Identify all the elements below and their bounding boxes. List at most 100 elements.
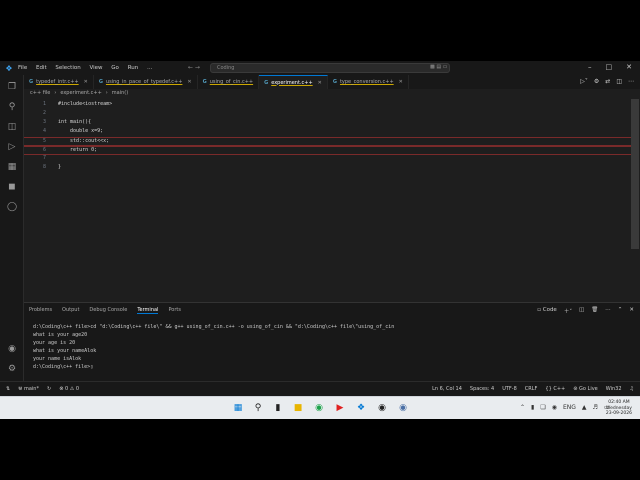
windows-taskbar: ▦ ⚲ ▮ ■ ◉ ▶ ❖ ◉ ◉ ⌃ ▮ ❏ ◉ ENG ▲ ♬ ▭ 02:4…: [0, 396, 640, 419]
terminal-line: what is your nameAlok: [33, 348, 97, 354]
language-mode[interactable]: {} C++: [545, 386, 565, 392]
tab-output[interactable]: Output: [62, 307, 79, 314]
search-icon[interactable]: ⚲: [252, 402, 264, 414]
cpp-file-icon: G: [264, 79, 269, 86]
status-bar: ⇅ ⋓ main* ↻ ⊗ 0 ⚠ 0 Ln 6, Col 14 Spaces:…: [0, 381, 640, 396]
run-debug-icon[interactable]: ▷: [6, 141, 18, 153]
volume-icon[interactable]: ♬: [593, 404, 598, 411]
menu-file[interactable]: File: [18, 65, 27, 71]
task-view-icon[interactable]: ▮: [272, 402, 284, 414]
minimize-icon[interactable]: –: [588, 63, 592, 71]
tab-using-in-pace-of-typedef[interactable]: Gusing_in_pace_of_typedef.c++ ✕: [94, 75, 198, 89]
obs-icon[interactable]: ◉: [376, 402, 388, 414]
settings-gear-icon[interactable]: ⚙: [6, 363, 18, 375]
more-icon[interactable]: ⋯: [628, 78, 634, 85]
gear-icon[interactable]: ⚙: [594, 78, 599, 85]
source-control-icon[interactable]: ◫: [6, 121, 18, 133]
tray-overflow-icon[interactable]: ⌃: [520, 404, 525, 411]
nav-arrows[interactable]: ← →: [188, 64, 200, 71]
vscode-taskbar-icon[interactable]: ❖: [355, 402, 367, 414]
breadcrumb-folder[interactable]: c++ file: [30, 90, 50, 96]
panel-tabs: Problems Output Debug Console Terminal P…: [29, 307, 181, 314]
start-windows-icon[interactable]: ▦: [232, 402, 244, 414]
tab-close-icon[interactable]: ✕: [318, 80, 322, 86]
tab-ports[interactable]: Ports: [168, 307, 181, 314]
wifi-icon[interactable]: ▲: [582, 404, 587, 411]
youtube-icon[interactable]: ▶: [334, 402, 346, 414]
close-panel-icon[interactable]: ✕: [629, 307, 634, 315]
run-icon[interactable]: ▷˅: [580, 78, 588, 85]
menu-run[interactable]: Run: [128, 65, 139, 71]
vscode-logo-icon: ❖: [5, 63, 13, 73]
indent-setting[interactable]: Spaces: 4: [470, 386, 494, 392]
tab-experiment[interactable]: Gexperiment.c++ ✕: [259, 75, 328, 89]
clock[interactable]: 02:40 AM Wednesday 23-09-2026: [606, 400, 632, 417]
sync-icon[interactable]: ↻: [47, 386, 51, 392]
tray-app-icon[interactable]: ◉: [552, 404, 557, 411]
terminal-line: your name isAlok: [33, 356, 82, 362]
code-line: 1 #include<iostream>: [42, 101, 113, 107]
tab-problems[interactable]: Problems: [29, 307, 52, 314]
tab-close-icon[interactable]: ✕: [399, 79, 403, 85]
breadcrumb-symbol[interactable]: main(): [112, 90, 128, 96]
cpp-file-icon: G: [29, 79, 34, 85]
tab-terminal[interactable]: Terminal: [137, 307, 159, 314]
mic-icon[interactable]: ▮: [531, 404, 534, 411]
extensions-icon[interactable]: ▦: [6, 161, 18, 173]
chrome-icon[interactable]: ◉: [313, 402, 325, 414]
terminal-shell-selector[interactable]: ▫ Code: [537, 307, 557, 315]
bell-icon[interactable]: ♫: [630, 386, 634, 392]
maximize-icon[interactable]: □: [606, 63, 613, 71]
app-icon[interactable]: ◉: [397, 402, 409, 414]
breadcrumb-sep: ›: [105, 90, 108, 96]
breadcrumb: c++ file › experiment.c++ › main(): [30, 90, 128, 96]
remote-icon[interactable]: ◼: [6, 181, 18, 193]
bluetooth-icon[interactable]: ❏: [540, 404, 545, 411]
menu-view[interactable]: View: [89, 65, 102, 71]
editor-actions: ▷˅ ⚙ ⇄ ◫ ⋯: [580, 78, 634, 85]
terminal-output[interactable]: d:\Coding\c++ file>cd "d:\Coding\c++ fil…: [33, 323, 394, 371]
tab-type-conversion[interactable]: Gtype_conversion.c++ ✕: [328, 75, 409, 89]
tab-debug-console[interactable]: Debug Console: [89, 307, 127, 314]
platform[interactable]: Win32: [606, 386, 622, 392]
go-live-button[interactable]: ⊛ Go Live: [573, 386, 598, 392]
code-editor[interactable]: 1 #include<iostream> 2 3 int main(){ 4 dou…: [24, 99, 632, 299]
cursor-position[interactable]: Ln 6, Col 14: [432, 386, 462, 392]
eol[interactable]: CRLF: [525, 386, 538, 392]
panel-actions: ▫ Code ＋˅ ◫ 🗑 ⋯ ⌃ ✕: [537, 307, 634, 315]
file-explorer-icon[interactable]: ■: [292, 402, 304, 414]
branch-indicator[interactable]: ⋓ main*: [18, 386, 39, 392]
split-editor-icon[interactable]: ◫: [616, 78, 622, 85]
tab-typedef-intr[interactable]: Gtypedef_intr.c++ ✕: [24, 75, 94, 89]
cpp-file-icon: G: [332, 79, 337, 85]
menu-bar: File Edit Selection View Go Run …: [18, 65, 159, 71]
explorer-icon[interactable]: ❐: [6, 81, 18, 93]
more-icon[interactable]: ⋯: [605, 307, 611, 315]
encoding[interactable]: UTF-8: [502, 386, 517, 392]
remote-indicator-icon[interactable]: ⇅: [6, 386, 10, 392]
menu-go[interactable]: Go: [111, 65, 119, 71]
cpp-file-icon: G: [202, 79, 207, 85]
tab-close-icon[interactable]: ✕: [84, 79, 88, 85]
compare-icon[interactable]: ⇄: [605, 78, 610, 85]
tab-close-icon[interactable]: ✕: [187, 79, 191, 85]
breadcrumb-file[interactable]: experiment.c++: [60, 90, 101, 96]
command-search[interactable]: Coding: [210, 63, 450, 73]
close-icon[interactable]: ✕: [626, 63, 632, 71]
editor-scrollbar[interactable]: [631, 99, 639, 249]
account-icon[interactable]: ◉: [6, 343, 18, 355]
tab-using-of-cin[interactable]: Gusing_of_cin.c++: [198, 75, 260, 89]
new-terminal-icon[interactable]: ＋˅: [564, 307, 572, 315]
trash-icon[interactable]: 🗑: [591, 307, 598, 315]
problems-indicator[interactable]: ⊗ 0 ⚠ 0: [59, 386, 79, 392]
menu-selection[interactable]: Selection: [55, 65, 80, 71]
terminal-line: d:\Coding\c++ file>cd "d:\Coding\c++ fil…: [33, 324, 395, 330]
maximize-panel-icon[interactable]: ⌃: [618, 307, 623, 315]
database-icon[interactable]: ◯: [6, 201, 18, 213]
search-icon[interactable]: ⚲: [6, 101, 18, 113]
layout-icons[interactable]: ▩ ▤ ▭: [430, 64, 447, 70]
language-indicator[interactable]: ENG: [563, 404, 576, 411]
menu-edit[interactable]: Edit: [36, 65, 47, 71]
split-terminal-icon[interactable]: ◫: [579, 307, 584, 315]
menu-more[interactable]: …: [147, 65, 153, 71]
